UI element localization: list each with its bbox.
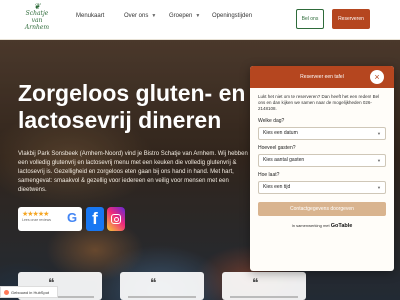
testimonial-card: ❝ [120, 272, 204, 300]
guests-select[interactable]: Kies aantal gasten ▼ [258, 153, 386, 167]
chevron-down-icon: ▼ [377, 130, 381, 136]
nav-item-groepen[interactable]: Groepen ▼ [169, 13, 200, 19]
close-icon[interactable]: × [370, 70, 384, 84]
nav-label: Groepen [169, 13, 193, 19]
modal-intro: Lukt het niet om te reserveren? Dan heef… [258, 94, 380, 112]
hubspot-badge[interactable]: Gebouwd in HubSpot [0, 286, 58, 298]
nav-label: Over ons [124, 13, 149, 19]
nav-label: Openingstijden [212, 13, 253, 19]
chevron-down-icon: ▼ [377, 157, 381, 163]
day-label: Welke dag? [258, 117, 285, 124]
logo-mark-icon: ❦ [33, 2, 41, 11]
call-button[interactable]: Bel ons [296, 9, 324, 29]
guests-label: Hoeveel gasten? [258, 144, 296, 151]
review-badge[interactable]: ★★★★★ Lees onze reviews G [18, 207, 82, 231]
submit-contact-button[interactable]: Contactgegevens doorgeven [258, 201, 386, 216]
gotable-logo: GoTable [330, 222, 353, 229]
modal-title: Reserveer een tafel [300, 74, 344, 80]
quote-icon: ❝ [150, 276, 157, 290]
chevron-down-icon: ▼ [377, 184, 381, 190]
hubspot-label: Gebouwd in HubSpot [11, 289, 50, 295]
nav-item-openingstijden[interactable]: Openingstijden [212, 13, 252, 19]
guests-value: Kies aantal gasten [263, 157, 305, 164]
logo[interactable]: ❦ Schatje van Arnhem [22, 3, 52, 37]
reserve-button[interactable]: Reserveren [332, 9, 370, 29]
testimonial-card: ❝ [222, 272, 306, 300]
google-icon: G [67, 210, 78, 225]
hero-body: Vlakbij Park Sonsbeek (Arnhem-Noord) vin… [18, 151, 248, 193]
chevron-down-icon: ▼ [151, 13, 157, 19]
powered-prefix: In samenwerking met [291, 222, 330, 228]
date-select[interactable]: Kies een datum ▼ [258, 126, 386, 140]
hero-title: Zorgeloos gluten- en lactosevrij dineren [18, 80, 246, 133]
nav-item-menukaart[interactable]: Menukaart [76, 13, 104, 19]
time-select[interactable]: Kies een tijd ▼ [258, 180, 386, 194]
hubspot-icon [4, 289, 9, 295]
reservation-modal: Reserveer een tafel × Lukt het niet om t… [250, 66, 394, 271]
instagram-icon[interactable] [107, 207, 125, 231]
time-value: Kies een tijd [263, 184, 291, 191]
facebook-icon[interactable]: f [86, 207, 104, 231]
modal-header: Reserveer een tafel × [250, 66, 394, 88]
time-label: Hoe laat? [258, 171, 280, 178]
quote-icon: ❝ [252, 276, 259, 290]
logo-text: Schatje van Arnhem [24, 10, 50, 31]
powered-by[interactable]: In samenwerking met GoTable [250, 223, 394, 229]
chevron-down-icon: ▼ [195, 13, 201, 19]
nav-item-over-ons[interactable]: Over ons ▼ [124, 13, 156, 19]
date-value: Kies een datum [263, 130, 298, 137]
site-header: ❦ Schatje van Arnhem Menukaart Over ons … [0, 0, 400, 40]
nav-label: Menukaart [76, 13, 105, 19]
